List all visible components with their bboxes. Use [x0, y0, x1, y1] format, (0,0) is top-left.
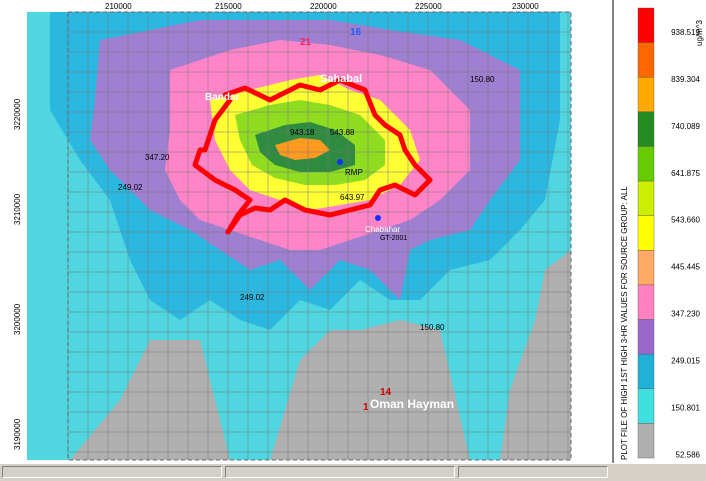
contour-plot[interactable]: 943.18 543.88 347.20 249.02 150.80 643.9… [0, 0, 612, 463]
legend-level-label: 543.660 [671, 216, 700, 225]
source-id-label: 16 [350, 27, 362, 38]
source-label-rmp: RMP [345, 168, 363, 177]
source-label-chabahar: Chabahar [365, 225, 400, 234]
contour-label-249: 249.02 [118, 183, 143, 192]
source-id-label: 1 [363, 402, 369, 413]
legend-swatch [637, 284, 655, 320]
x-tick-215000: 215000 [215, 2, 242, 11]
legend-swatch [637, 423, 655, 459]
legend-level-label: 938.519 [671, 28, 700, 37]
y-tick-3210000: 3210000 [13, 193, 22, 225]
y-tick-3190000: 3190000 [13, 418, 22, 450]
legend-swatch [637, 388, 655, 424]
color-legend: PLOT FILE OF HIGH 1ST HIGH 3-HR VALUES F… [620, 7, 704, 460]
legend-swatch [637, 319, 655, 355]
source-id-label: 14 [380, 387, 392, 398]
legend-swatch [637, 250, 655, 286]
source-marker-chabahar [375, 215, 381, 221]
legend-swatch [637, 42, 655, 78]
source-label-gt: GT-2001 [380, 235, 407, 242]
x-tick-220000: 220000 [310, 2, 337, 11]
legend-level-label: 839.304 [671, 75, 700, 84]
y-tick-3200000: 3200000 [13, 303, 22, 335]
legend-level-label: 347.230 [671, 310, 700, 319]
legend-swatch [637, 111, 655, 147]
contour-label-543: 543.88 [330, 128, 355, 137]
contour-label-643: 643.97 [340, 193, 365, 202]
status-pane-2 [225, 466, 455, 478]
legend-swatch [637, 353, 655, 389]
status-pane-3 [458, 466, 608, 478]
status-pane-1 [2, 466, 222, 478]
legend-panel: PLOT FILE OF HIGH 1ST HIGH 3-HR VALUES F… [613, 0, 706, 463]
contour-label-943: 943.18 [290, 128, 315, 137]
x-tick-230000: 230000 [512, 2, 539, 11]
contour-label-249b: 249.02 [240, 293, 265, 302]
legend-level-label: 445.445 [671, 263, 700, 272]
source-id-label: 21 [300, 37, 312, 48]
legend-swatch [637, 77, 655, 113]
legend-swatch [637, 146, 655, 182]
source-label-bandar: Bandar [205, 92, 240, 103]
legend-level-label: 740.089 [671, 122, 700, 131]
legend-level-label: 249.015 [671, 357, 700, 366]
legend-level-labels: 938.519 839.304 740.089 641.875 543.660 445.4… [671, 28, 700, 459]
contour-label-150: 150.80 [470, 75, 495, 84]
x-tick-225000: 225000 [415, 2, 442, 11]
source-marker-rmp [337, 159, 343, 165]
legend-swatch [637, 7, 655, 43]
contour-label-347: 347.20 [145, 153, 170, 162]
legend-color-scale [637, 7, 655, 459]
legend-level-label: 150.801 [671, 403, 700, 412]
legend-level-label: 52.586 [676, 450, 701, 459]
source-label-oman: Oman Hayman [370, 397, 454, 411]
legend-swatch [637, 180, 655, 216]
contour-plot-area[interactable]: 943.18 543.88 347.20 249.02 150.80 643.9… [0, 0, 613, 463]
app-window: 943.18 543.88 347.20 249.02 150.80 643.9… [0, 0, 706, 481]
x-tick-210000: 210000 [105, 2, 132, 11]
legend-level-label: 641.875 [671, 169, 700, 178]
legend-swatch [637, 215, 655, 251]
contour-label-150b: 150.80 [420, 323, 445, 332]
legend-title: PLOT FILE OF HIGH 1ST HIGH 3-HR VALUES F… [620, 186, 629, 460]
source-label-sahabal: Sahabal [320, 73, 362, 85]
status-bar [0, 463, 706, 481]
y-tick-3220000: 3220000 [13, 98, 22, 130]
